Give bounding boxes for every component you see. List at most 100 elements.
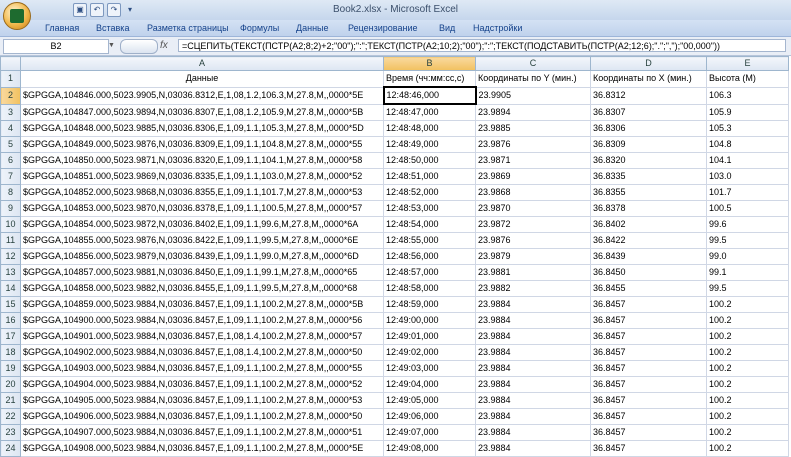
cell-d[interactable]: 36.8450: [590, 264, 707, 281]
cell-e[interactable]: 99.6: [706, 216, 789, 233]
cell-c[interactable]: 23.9871: [475, 152, 591, 169]
cell-b[interactable]: 12:48:54,000: [383, 216, 476, 233]
cell-d[interactable]: 36.8402: [590, 216, 707, 233]
column-header-b[interactable]: B: [383, 56, 476, 71]
cell-e[interactable]: 99.1: [706, 264, 789, 281]
cell-e[interactable]: 100.2: [706, 328, 789, 345]
cell-a[interactable]: Данные: [20, 70, 384, 88]
row-header[interactable]: 5: [0, 136, 21, 153]
row-header[interactable]: 7: [0, 168, 21, 185]
cell-c[interactable]: 23.9905: [475, 86, 591, 105]
row-header[interactable]: 23: [0, 424, 21, 441]
cell-e[interactable]: 100.5: [706, 200, 789, 217]
cell-c[interactable]: 23.9872: [475, 216, 591, 233]
tab-home[interactable]: Главная: [45, 23, 79, 33]
cell-b[interactable]: 12:48:46,000: [382, 86, 477, 105]
cell-e[interactable]: 100.2: [706, 360, 789, 377]
cell-a[interactable]: $GPGGA,104853.000,5023.9870,N,03036.8378…: [20, 200, 384, 217]
cell-b[interactable]: 12:49:06,000: [383, 408, 476, 425]
cell-e[interactable]: 104.1: [706, 152, 789, 169]
cell-e[interactable]: 100.2: [706, 312, 789, 329]
cell-a[interactable]: $GPGGA,104907.000,5023.9884,N,03036.8457…: [20, 424, 384, 441]
cell-a[interactable]: $GPGGA,104901.000,5023.9884,N,03036.8457…: [20, 328, 384, 345]
cell-e[interactable]: 100.2: [706, 424, 789, 441]
row-header[interactable]: 3: [0, 103, 21, 121]
cell-c[interactable]: 23.9884: [475, 392, 591, 409]
tab-insert[interactable]: Вставка: [96, 23, 129, 33]
cell-d[interactable]: Координаты по X (мин.): [590, 70, 707, 88]
cell-c[interactable]: 23.9884: [475, 344, 591, 361]
cell-b[interactable]: 12:49:01,000: [383, 328, 476, 345]
select-all-button[interactable]: [0, 56, 21, 71]
row-header[interactable]: 6: [0, 152, 21, 169]
cell-a[interactable]: $GPGGA,104848.000,5023.9885,N,03036.8306…: [20, 120, 384, 137]
cell-b[interactable]: 12:49:08,000: [383, 440, 476, 457]
cell-d[interactable]: 36.8457: [590, 408, 707, 425]
cell-b[interactable]: 12:48:47,000: [383, 103, 476, 121]
cell-e[interactable]: 105.9: [706, 103, 789, 121]
cell-a[interactable]: $GPGGA,104846.000,5023.9905,N,03036.8312…: [20, 86, 384, 105]
cell-a[interactable]: $GPGGA,104851.000,5023.9869,N,03036.8335…: [20, 168, 384, 185]
tab-data[interactable]: Данные: [296, 23, 329, 33]
cell-d[interactable]: 36.8320: [590, 152, 707, 169]
row-header[interactable]: 13: [0, 264, 21, 281]
row-header[interactable]: 10: [0, 216, 21, 233]
cell-b[interactable]: 12:48:56,000: [383, 248, 476, 265]
cell-c[interactable]: 23.9881: [475, 264, 591, 281]
cell-d[interactable]: 36.8307: [590, 103, 707, 121]
cell-c[interactable]: 23.9869: [475, 168, 591, 185]
cell-c[interactable]: 23.9884: [475, 328, 591, 345]
cell-e[interactable]: Высота (М): [706, 70, 789, 88]
row-header[interactable]: 14: [0, 280, 21, 297]
row-header[interactable]: 19: [0, 360, 21, 377]
cell-a[interactable]: $GPGGA,104849.000,5023.9876,N,03036.8309…: [20, 136, 384, 153]
cell-c[interactable]: 23.9885: [475, 120, 591, 137]
cell-a[interactable]: $GPGGA,104902.000,5023.9884,N,03036.8457…: [20, 344, 384, 361]
column-header-e[interactable]: E: [706, 56, 789, 71]
cell-b[interactable]: 12:48:58,000: [383, 280, 476, 297]
name-box[interactable]: B2: [3, 39, 109, 54]
cell-d[interactable]: 36.8457: [590, 296, 707, 313]
cell-b[interactable]: 12:48:48,000: [383, 120, 476, 137]
cell-a[interactable]: $GPGGA,104854.000,5023.9872,N,03036.8402…: [20, 216, 384, 233]
row-header[interactable]: 16: [0, 312, 21, 329]
cell-e[interactable]: 100.2: [706, 408, 789, 425]
cell-c[interactable]: 23.9876: [475, 232, 591, 249]
cell-c[interactable]: 23.9882: [475, 280, 591, 297]
cell-d[interactable]: 36.8457: [590, 392, 707, 409]
cell-b[interactable]: 12:49:00,000: [383, 312, 476, 329]
cell-e[interactable]: 101.7: [706, 184, 789, 201]
cell-a[interactable]: $GPGGA,104847.000,5023.9894,N,03036.8307…: [20, 103, 384, 121]
cell-e[interactable]: 99.0: [706, 248, 789, 265]
row-header[interactable]: 9: [0, 200, 21, 217]
cell-b[interactable]: 12:49:05,000: [383, 392, 476, 409]
cell-e[interactable]: 100.2: [706, 296, 789, 313]
cell-a[interactable]: $GPGGA,104906.000,5023.9884,N,03036.8457…: [20, 408, 384, 425]
cell-d[interactable]: 36.8457: [590, 376, 707, 393]
cell-a[interactable]: $GPGGA,104855.000,5023.9876,N,03036.8422…: [20, 232, 384, 249]
row-header[interactable]: 11: [0, 232, 21, 249]
row-header[interactable]: 4: [0, 120, 21, 137]
cell-c[interactable]: 23.9884: [475, 440, 591, 457]
column-header-d[interactable]: D: [590, 56, 707, 71]
column-header-c[interactable]: C: [475, 56, 591, 71]
row-header[interactable]: 18: [0, 344, 21, 361]
cell-c[interactable]: 23.9868: [475, 184, 591, 201]
cell-a[interactable]: $GPGGA,104852.000,5023.9868,N,03036.8355…: [20, 184, 384, 201]
cell-d[interactable]: 36.8457: [590, 440, 707, 457]
cell-b[interactable]: 12:48:50,000: [383, 152, 476, 169]
cell-b[interactable]: Время (чч:мм:сс,с): [383, 70, 476, 88]
cell-d[interactable]: 36.8455: [590, 280, 707, 297]
row-header[interactable]: 21: [0, 392, 21, 409]
cell-c[interactable]: 23.9884: [475, 360, 591, 377]
formula-controls[interactable]: [120, 39, 158, 54]
tab-review[interactable]: Рецензирование: [348, 23, 418, 33]
cell-e[interactable]: 103.0: [706, 168, 789, 185]
row-header[interactable]: 15: [0, 296, 21, 313]
cell-b[interactable]: 12:48:59,000: [383, 296, 476, 313]
cell-b[interactable]: 12:48:49,000: [383, 136, 476, 153]
cell-e[interactable]: 100.2: [706, 376, 789, 393]
cell-d[interactable]: 36.8422: [590, 232, 707, 249]
tab-view[interactable]: Вид: [439, 23, 455, 33]
cell-d[interactable]: 36.8457: [590, 360, 707, 377]
